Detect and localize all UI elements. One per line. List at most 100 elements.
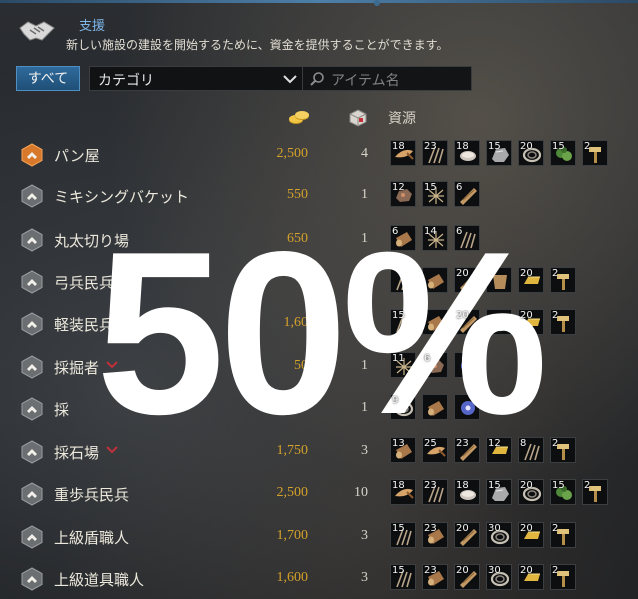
resource-item[interactable]: 2 [550, 564, 576, 590]
resource-item[interactable]: 20 [454, 267, 480, 293]
resource-item[interactable]: 18 [390, 479, 416, 505]
facility-name: 採石場 [54, 444, 100, 462]
facility-row[interactable]: 採石場 1,750 3 13 25 23 12 8 2 [14, 434, 624, 468]
resource-quantity: 12 [392, 182, 405, 193]
supply-box-icon [349, 109, 367, 127]
resource-item[interactable]: 20 [454, 564, 480, 590]
facility-row[interactable]: 重歩兵民兵 2,500 10 18 23 18 15 20 15 2 [14, 476, 624, 510]
resource-item[interactable]: 23 [454, 437, 480, 463]
resource-item[interactable] [486, 309, 512, 335]
resource-item[interactable]: 6 [454, 181, 480, 207]
resource-item[interactable] [486, 267, 512, 293]
resource-item[interactable] [454, 352, 480, 378]
facility-count: 3 [361, 528, 368, 543]
facility-row[interactable]: 上級盾職人 1,700 3 15 23 20 30 20 2 [14, 519, 624, 553]
resource-item[interactable]: 23 [422, 479, 448, 505]
resource-item[interactable]: 8 [518, 437, 544, 463]
resource-item[interactable]: 15 [486, 140, 512, 166]
facility-price: 550 [287, 187, 308, 202]
resource-item[interactable]: 20 [518, 140, 544, 166]
resource-item[interactable]: 2 [582, 479, 608, 505]
resource-item[interactable]: 6 [454, 225, 480, 251]
resource-item[interactable] [390, 267, 416, 293]
resource-item[interactable]: 2 [582, 140, 608, 166]
resource-item[interactable]: 15 [390, 309, 416, 335]
resource-item[interactable]: 15 [422, 181, 448, 207]
resource-item[interactable]: 2 [550, 437, 576, 463]
facility-row[interactable]: 採 1 9 [14, 391, 624, 425]
resource-item[interactable]: 12 [390, 181, 416, 207]
resource-quantity: 20 [520, 268, 533, 279]
resource-item[interactable]: 13 [390, 437, 416, 463]
resource-item[interactable] [422, 309, 448, 335]
resource-item[interactable]: 20 [518, 309, 544, 335]
resource-item[interactable]: 23 [422, 522, 448, 548]
resource-item[interactable]: 2 [550, 309, 576, 335]
resource-quantity: 20 [456, 565, 469, 576]
resource-item[interactable] [422, 267, 448, 293]
resource-quantity: 23 [424, 141, 437, 152]
facility-name: 上級道具職人 [54, 571, 145, 589]
resource-item[interactable]: 15 [390, 522, 416, 548]
facility-count: 5 [361, 315, 368, 330]
sticks-icon [396, 273, 412, 291]
resource-item[interactable]: 23 [422, 564, 448, 590]
resource-item[interactable]: 18 [390, 140, 416, 166]
resource-item[interactable]: 2 [550, 522, 576, 548]
facility-count: 1 [361, 187, 368, 202]
facility-row[interactable]: ミキシングバケット 550 1 12 15 6 [14, 178, 624, 212]
resource-item[interactable]: 15 [550, 140, 576, 166]
resource-item[interactable]: 20 [518, 522, 544, 548]
facility-row[interactable]: 軽装民兵 1,60 5 15 20 20 2 [14, 306, 624, 340]
facility-row[interactable]: パン屋 2,500 4 18 23 18 15 20 15 2 [14, 137, 624, 171]
resource-item[interactable] [454, 394, 480, 420]
resource-item[interactable]: 23 [422, 140, 448, 166]
resource-item[interactable]: 15 [390, 564, 416, 590]
facility-name: 丸太切り場 [54, 232, 130, 250]
facility-price: 1,750 [276, 443, 309, 458]
resource-item[interactable]: 20 [518, 267, 544, 293]
facility-price: 1,600 [276, 570, 309, 585]
resource-item[interactable]: 25 [422, 437, 448, 463]
resource-item[interactable]: 9 [390, 394, 416, 420]
resource-item[interactable]: 15 [486, 479, 512, 505]
resource-item[interactable]: 12 [486, 437, 512, 463]
resource-item[interactable]: 15 [550, 479, 576, 505]
resource-item[interactable]: 11 [390, 352, 416, 378]
page-description: 新しい施設の建設を開始するために、資金を提供することができます。 [66, 38, 449, 52]
category-dropdown[interactable]: カテゴリ [89, 66, 305, 91]
resource-quantity: 2 [552, 438, 559, 449]
priority-down-icon [106, 361, 118, 369]
resource-quantity: 15 [392, 310, 405, 321]
resource-quantity: 15 [392, 565, 405, 576]
resource-item[interactable] [422, 394, 448, 420]
all-filter-button[interactable]: すべて [16, 66, 80, 91]
facility-row[interactable]: 弓兵民兵 5 20 20 2 [14, 264, 624, 298]
resource-quantity: 18 [392, 141, 405, 152]
resource-item[interactable]: 20 [518, 479, 544, 505]
resource-item[interactable]: 20 [518, 564, 544, 590]
resource-quantity: 2 [552, 523, 559, 534]
resource-item[interactable]: 20 [454, 522, 480, 548]
resource-item[interactable]: 18 [454, 140, 480, 166]
item-search-input[interactable]: アイテム名 [302, 66, 472, 91]
resource-quantity: 15 [552, 480, 565, 491]
resource-item[interactable]: 30 [486, 522, 512, 548]
resource-item[interactable]: 6 [390, 225, 416, 251]
resource-item[interactable]: 18 [454, 479, 480, 505]
resource-item[interactable]: 14 [422, 225, 448, 251]
facility-row[interactable]: 採掘者 50 1 11 6 [14, 349, 624, 383]
facility-name: パン屋 [54, 147, 100, 165]
facility-badge-icon [21, 312, 43, 336]
resource-item[interactable]: 2 [550, 267, 576, 293]
resource-item[interactable]: 20 [454, 309, 480, 335]
facility-row[interactable]: 上級道具職人 1,600 3 15 23 20 30 20 2 [14, 561, 624, 595]
handshake-icon [19, 21, 55, 41]
resource-item[interactable]: 30 [486, 564, 512, 590]
resource-item[interactable]: 6 [422, 352, 448, 378]
resource-quantity: 8 [520, 438, 527, 449]
resource-quantity: 30 [488, 565, 501, 576]
facility-name: 採 [54, 401, 70, 419]
resource-quantity: 6 [456, 182, 463, 193]
facility-row[interactable]: 丸太切り場 650 1 6 14 6 [14, 222, 624, 256]
